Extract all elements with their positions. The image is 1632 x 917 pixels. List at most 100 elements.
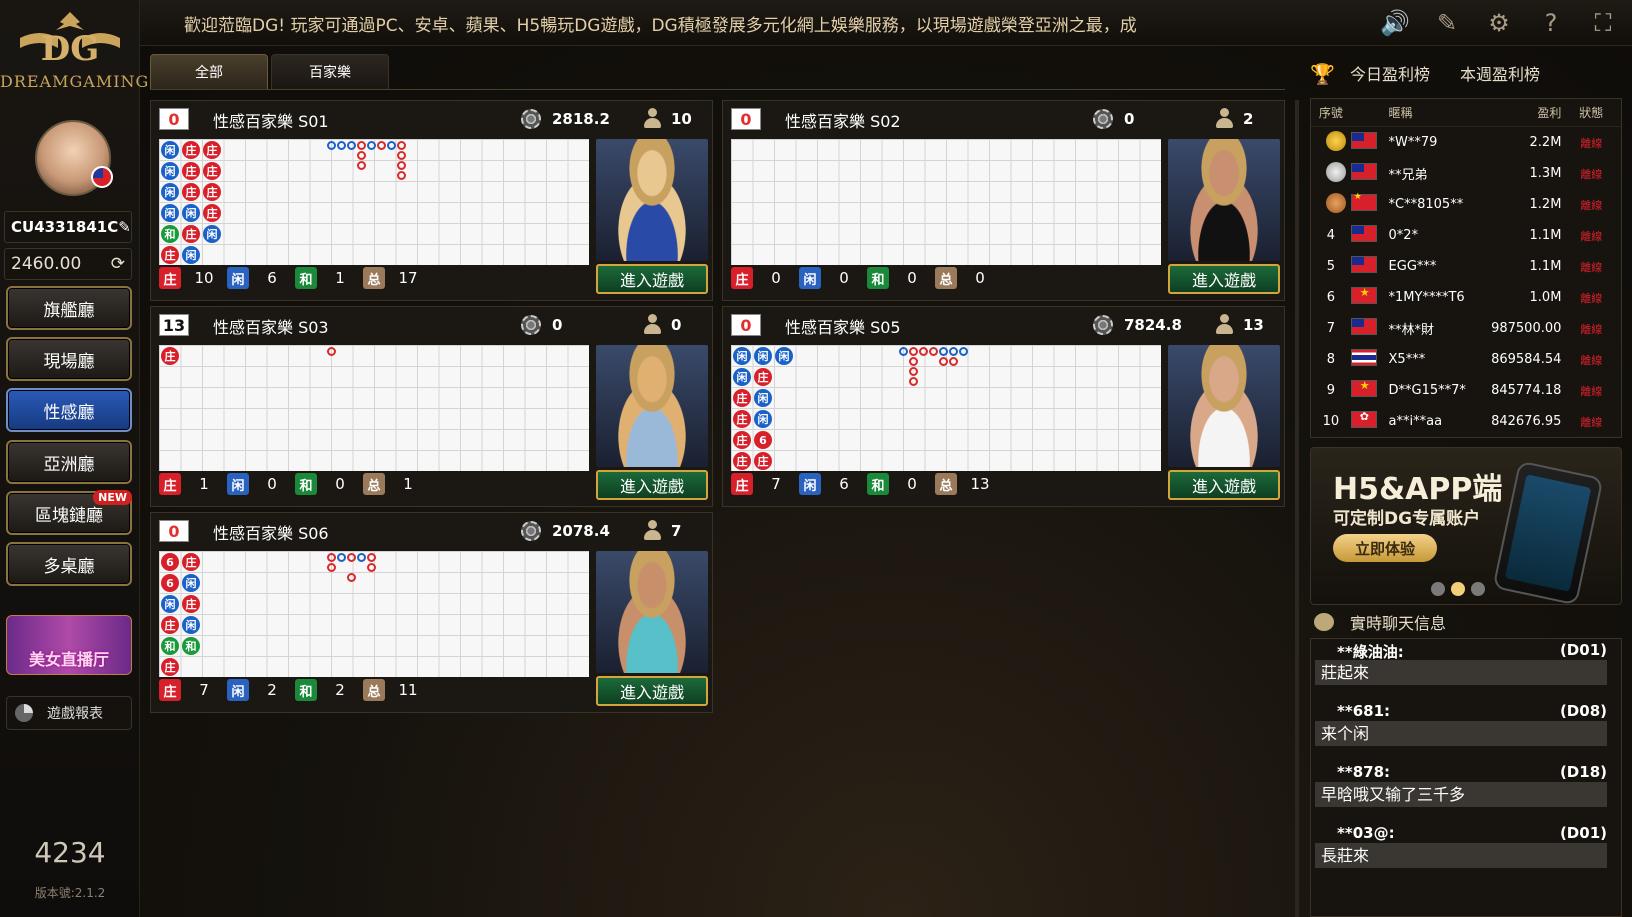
tab-label: 全部 bbox=[195, 65, 223, 81]
road-map[interactable]: 6庄6闲闲庄庄闲和和庄 bbox=[159, 551, 589, 677]
chat-panel[interactable]: **綠油油: (D01) 莊起來 **681: (D08) 来个闲 **878:… bbox=[1310, 638, 1622, 917]
nav-blockchain-hall[interactable]: 區塊鏈廳 NEW bbox=[6, 490, 132, 535]
promo-text: 美女直播厅 bbox=[28, 650, 109, 669]
status: 離線 bbox=[1580, 322, 1603, 336]
report-label: 遊戲報表 bbox=[47, 706, 103, 722]
profit: 1.2M bbox=[1529, 197, 1562, 212]
logo-text: DREAMGAMING bbox=[0, 72, 150, 91]
nav-live-hall[interactable]: 現場廳 bbox=[6, 337, 132, 381]
status: 離線 bbox=[1580, 198, 1603, 212]
enter-game-button[interactable]: 進入遊戲 bbox=[1168, 264, 1280, 294]
tab-baccarat[interactable]: 百家樂 bbox=[271, 54, 389, 90]
nav-sexy-hall[interactable]: 性感廳 bbox=[6, 388, 132, 432]
road-bead: 庄 bbox=[182, 595, 200, 613]
enter-game-button[interactable]: 進入遊戲 bbox=[596, 264, 708, 294]
nav-multi-table-hall[interactable]: 多桌廳 bbox=[6, 542, 132, 586]
road-bead: 庄 bbox=[203, 162, 221, 180]
profit: 1.3M bbox=[1529, 166, 1562, 181]
carousel-dots[interactable] bbox=[1431, 582, 1485, 596]
chat-bubble-icon bbox=[1314, 613, 1334, 631]
user-id-box[interactable]: CU4331841C ✎ bbox=[4, 211, 132, 243]
tab-all[interactable]: 全部 bbox=[150, 54, 268, 90]
road-bead: 庄 bbox=[733, 452, 751, 470]
dealer-photo[interactable] bbox=[1168, 139, 1280, 261]
tw-flag-icon bbox=[1350, 163, 1377, 180]
enter-game-button[interactable]: 進入遊戲 bbox=[1168, 470, 1280, 500]
h5-app-banner[interactable]: H5&APP端 可定制DG专属账户 立即体验 bbox=[1310, 447, 1622, 605]
header-rank: 序號 bbox=[1318, 106, 1343, 120]
scrollbar[interactable] bbox=[1295, 100, 1299, 917]
player-win-count: 2 bbox=[267, 681, 277, 699]
sidebar: DG DREAMGAMING CU4331841C ✎ 2460.00 ⟳ 旗艦… bbox=[0, 0, 150, 917]
road-map[interactable]: 庄 bbox=[159, 345, 589, 471]
live-stream-promo[interactable]: 美女直播厅 bbox=[6, 615, 132, 675]
nickname: **林*財 bbox=[1388, 323, 1435, 338]
total-badge: 总 bbox=[935, 473, 957, 495]
help-icon[interactable]: ? bbox=[1536, 8, 1566, 38]
gear-icon[interactable]: ⚙ bbox=[1484, 8, 1514, 38]
leaderboard-row: 4 0*2* 1.1M 離線 bbox=[1311, 220, 1621, 251]
player-badge: 闲 bbox=[227, 473, 249, 495]
nickname: *W**79 bbox=[1388, 135, 1438, 150]
road-bead: 庄 bbox=[182, 141, 200, 159]
big-road-marker bbox=[929, 347, 938, 356]
nav-flagship-hall[interactable]: 旗艦廳 bbox=[6, 286, 132, 330]
big-road-marker bbox=[949, 357, 958, 366]
chip-total: 0 bbox=[552, 316, 563, 334]
nav-asia-hall[interactable]: 亞洲廳 bbox=[6, 440, 132, 484]
hk-flag-icon bbox=[1350, 410, 1377, 428]
big-road-marker bbox=[347, 573, 356, 582]
online-count: 4234 bbox=[34, 836, 106, 869]
road-bead: 庄 bbox=[203, 204, 221, 222]
dreamgaming-logo[interactable]: DG DREAMGAMING bbox=[0, 8, 150, 98]
tab-weekly-profit[interactable]: 本週盈利榜 bbox=[1460, 61, 1540, 85]
player-win-count: 6 bbox=[839, 475, 849, 493]
table-stats: 庄 7 闲 2 和 2 总 11 bbox=[159, 679, 431, 701]
balance-value: 2460.00 bbox=[11, 254, 82, 274]
person-icon bbox=[643, 520, 661, 540]
chip-icon bbox=[521, 109, 541, 129]
banker-count: 7 bbox=[199, 681, 209, 699]
road-bead: 6 bbox=[161, 553, 179, 571]
road-bead: 闲 bbox=[161, 183, 179, 201]
chat-message: **03@: (D01) 長莊來 bbox=[1311, 822, 1621, 883]
speaker-icon[interactable]: 🔊 bbox=[1380, 8, 1410, 38]
avatar[interactable] bbox=[35, 120, 113, 196]
leaderboard-row: 9 D**G15**7* 845774.18 離線 bbox=[1311, 375, 1621, 406]
table-stats: 庄 0 闲 0 和 0 总 0 bbox=[731, 267, 1003, 289]
fullscreen-icon[interactable]: ⛶ bbox=[1588, 8, 1618, 38]
game-report-button[interactable]: 遊戲報表 bbox=[6, 696, 132, 730]
nickname: D**G15**7* bbox=[1388, 383, 1466, 398]
road-map[interactable]: 闲闲闲闲庄庄闲庄闲庄6庄庄 bbox=[731, 345, 1161, 471]
dealer-photo[interactable] bbox=[596, 551, 708, 673]
edit-icon[interactable]: ✎ bbox=[1432, 8, 1462, 38]
tab-divider bbox=[150, 89, 1285, 90]
dealer-photo[interactable] bbox=[1168, 345, 1280, 467]
road-bead: 和 bbox=[161, 637, 179, 655]
tie-count: 0 bbox=[907, 475, 917, 493]
try-now-button[interactable]: 立即体验 bbox=[1333, 534, 1437, 562]
header-nickname: 暱稱 bbox=[1388, 106, 1413, 120]
dealer-photo[interactable] bbox=[596, 345, 708, 467]
chat-user: **03@: bbox=[1337, 824, 1395, 842]
leaderboard-row: 10 a**i**aa 842676.95 離線 bbox=[1311, 406, 1621, 437]
total-count: 13 bbox=[970, 475, 990, 493]
version-text: 版本號:2.1.2 bbox=[34, 886, 106, 900]
shoe-counter: 0 bbox=[159, 108, 189, 130]
road-map[interactable]: 闲庄庄闲庄庄闲庄庄闲闲庄和庄闲庄闲 bbox=[159, 139, 589, 265]
tie-badge: 和 bbox=[867, 473, 889, 495]
tab-today-profit[interactable]: 今日盈利榜 bbox=[1350, 61, 1430, 85]
edit-icon[interactable]: ✎ bbox=[118, 218, 131, 236]
enter-game-button[interactable]: 進入遊戲 bbox=[596, 676, 708, 706]
enter-game-button[interactable]: 進入遊戲 bbox=[596, 470, 708, 500]
big-road-marker bbox=[909, 347, 918, 356]
road-map[interactable] bbox=[731, 139, 1161, 265]
profit: 1.0M bbox=[1529, 290, 1562, 305]
nickname: a**i**aa bbox=[1388, 414, 1443, 429]
big-road-marker bbox=[327, 553, 336, 562]
refresh-icon[interactable]: ⟳ bbox=[111, 254, 125, 274]
banker-badge: 庄 bbox=[731, 473, 753, 495]
dealer-photo[interactable] bbox=[596, 139, 708, 261]
person-icon bbox=[1215, 108, 1233, 128]
svg-text:DG: DG bbox=[41, 29, 100, 69]
